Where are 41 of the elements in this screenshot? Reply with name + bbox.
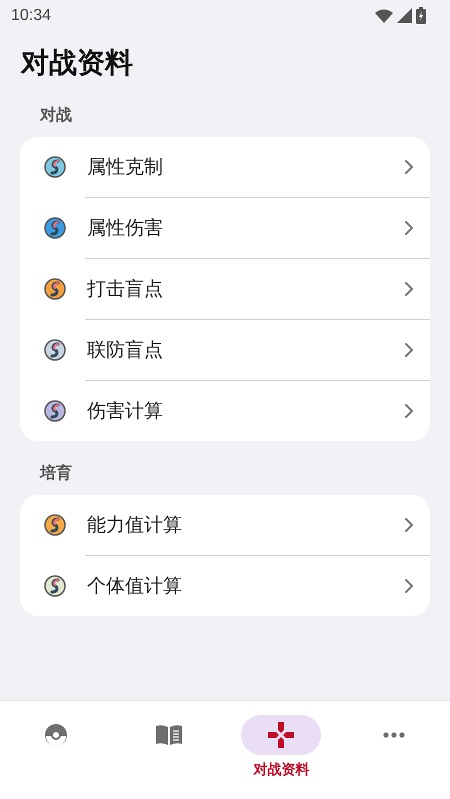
- menu-item[interactable]: 属性克制: [20, 137, 430, 197]
- status-time: 10:34: [11, 6, 52, 24]
- wifi-icon: [375, 8, 393, 22]
- chevron-right-icon: [404, 578, 414, 594]
- chevron-right-icon: [404, 403, 414, 419]
- chevron-right-icon: [404, 342, 414, 358]
- pokeball-icon: [44, 723, 68, 747]
- book-icon: [154, 724, 183, 746]
- section-heading: 对战: [40, 104, 73, 126]
- menu-item-label: 属性克制: [87, 155, 164, 180]
- menu-item-label: 伤害计算: [87, 399, 164, 424]
- swirl-ball-icon: [44, 575, 66, 597]
- chevron-right-icon: [404, 281, 414, 297]
- menu-item-label: 属性伤害: [87, 216, 164, 241]
- chevron-right-icon: [404, 517, 414, 533]
- nav-label: 对战资料: [253, 761, 310, 779]
- menu-item[interactable]: 打击盲点: [20, 259, 430, 319]
- page-title: 对战资料: [21, 45, 134, 81]
- menu-item-label: 联防盲点: [87, 338, 164, 363]
- menu-item-label: 个体值计算: [87, 574, 183, 599]
- signal-icon: [397, 8, 412, 23]
- menu-item[interactable]: 个体值计算: [20, 556, 430, 616]
- menu-item[interactable]: 伤害计算: [20, 381, 430, 441]
- swirl-ball-icon: [44, 339, 66, 361]
- nav-tab[interactable]: [241, 715, 322, 755]
- swirl-ball-icon: [44, 278, 66, 300]
- menu-item[interactable]: 属性伤害: [20, 198, 430, 258]
- dpad-icon: [267, 721, 296, 749]
- swirl-ball-icon: [44, 156, 66, 178]
- chevron-right-icon: [404, 220, 414, 236]
- section-heading: 培育: [40, 462, 73, 484]
- menu-item-label: 打击盲点: [87, 277, 164, 302]
- more-icon: [382, 732, 405, 738]
- menu-item[interactable]: 能力值计算: [20, 495, 430, 555]
- menu-item[interactable]: 联防盲点: [20, 320, 430, 380]
- swirl-ball-icon: [44, 514, 66, 536]
- menu-item-label: 能力值计算: [87, 513, 183, 538]
- battery-icon: [416, 7, 426, 24]
- swirl-ball-icon: [44, 400, 66, 422]
- chevron-right-icon: [404, 159, 414, 175]
- swirl-ball-icon: [44, 217, 66, 239]
